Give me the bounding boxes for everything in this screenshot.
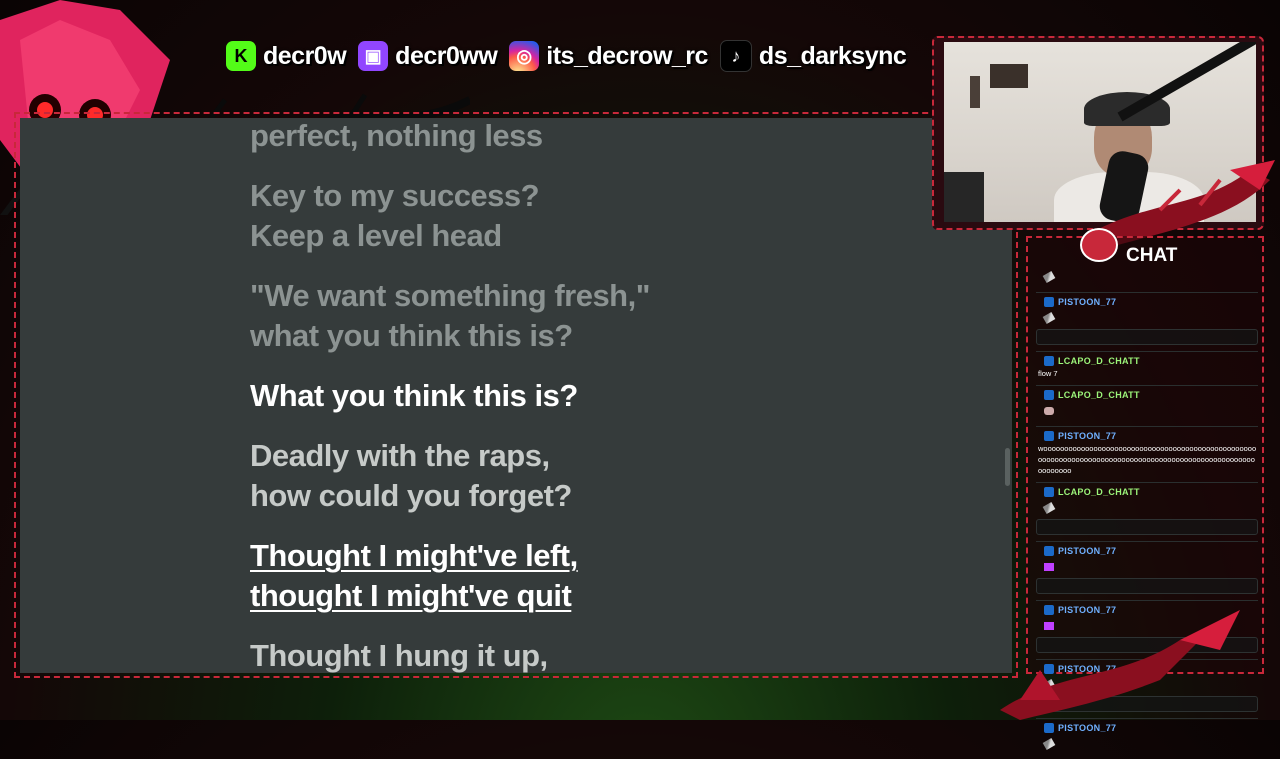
instagram-handle: its_decrow_rc bbox=[546, 41, 708, 70]
lyric-block-hovered[interactable]: Thought I might've left, thought I might… bbox=[250, 536, 578, 616]
chat-username[interactable]: LCAPO_D_CHATT bbox=[1058, 356, 1140, 366]
tiktok-icon: ♪ bbox=[719, 40, 752, 72]
lyrics-panel[interactable]: perfect, nothing less Key to my success?… bbox=[20, 118, 1012, 673]
sword-emote-icon bbox=[1042, 312, 1056, 324]
tiktok-handle: ds_darksync bbox=[758, 41, 907, 70]
kick-icon: K bbox=[226, 41, 256, 71]
chat-username[interactable]: PISTOON_77 bbox=[1058, 431, 1116, 441]
user-badge-icon bbox=[1044, 356, 1054, 366]
lyric-block[interactable]: Deadly with the raps, how could you forg… bbox=[250, 436, 572, 516]
claw-decoration bbox=[1000, 610, 1240, 720]
social-item-twitch[interactable]: ▣ decr0ww bbox=[358, 41, 498, 71]
chat-username[interactable]: LCAPO_D_CHATT bbox=[1058, 390, 1140, 400]
chat-username[interactable]: PISTOON_77 bbox=[1058, 723, 1116, 733]
lyric-block[interactable]: Key to my success? Keep a level head bbox=[250, 176, 540, 256]
chat-message: PISTOON_77 bbox=[1036, 719, 1258, 759]
user-badge-icon bbox=[1044, 723, 1054, 733]
sword-emote-icon bbox=[1042, 502, 1056, 514]
social-item-tiktok[interactable]: ♪ ds_darksync bbox=[719, 40, 907, 72]
chat-message: PISTOON_77 bbox=[1036, 293, 1258, 352]
purple-emote-icon bbox=[1044, 563, 1054, 571]
message-box bbox=[1036, 519, 1258, 535]
lyric-line: what you think this is? bbox=[250, 318, 573, 353]
kick-handle: decr0w bbox=[263, 41, 347, 70]
wall-picture bbox=[990, 64, 1028, 88]
sword-emote-icon bbox=[1042, 271, 1056, 283]
lyric-block[interactable]: perfect, nothing less bbox=[250, 118, 543, 156]
lyric-line: thought I might've quit bbox=[250, 578, 572, 613]
chat-message bbox=[1036, 266, 1258, 293]
chat-username[interactable]: PISTOON_77 bbox=[1058, 546, 1116, 556]
chat-text: flow 7 bbox=[1038, 369, 1058, 378]
chat-username[interactable]: LCAPO_D_CHATT bbox=[1058, 487, 1140, 497]
chat-message: LCAPO_D_CHATT bbox=[1036, 386, 1258, 427]
user-badge-icon bbox=[1044, 546, 1054, 556]
chat-username[interactable]: PISTOON_77 bbox=[1058, 297, 1116, 307]
face-emote-icon bbox=[1044, 407, 1054, 415]
chat-message: LCAPO_D_CHATT bbox=[1036, 483, 1258, 542]
message-box bbox=[1036, 578, 1258, 594]
chat-message: PISTOON_77 bbox=[1036, 542, 1258, 601]
user-badge-icon bbox=[1044, 431, 1054, 441]
message-box bbox=[1036, 329, 1258, 345]
sword-emote-icon bbox=[1042, 738, 1056, 750]
user-badge-icon bbox=[1044, 297, 1054, 307]
lyric-line: perfect, nothing less bbox=[250, 118, 543, 153]
twitch-handle: decr0ww bbox=[395, 41, 498, 70]
social-item-kick[interactable]: K decr0w bbox=[226, 41, 347, 71]
chair bbox=[944, 172, 984, 222]
chat-message: PISTOON_77 woooooooooooooooooooooooooooo… bbox=[1036, 427, 1258, 483]
chat-title: CHAT bbox=[1126, 245, 1178, 266]
chat-message: LCAPO_D_CHATT flow 7 bbox=[1036, 352, 1258, 386]
lyric-block[interactable]: Thought I hung it up, bbox=[250, 636, 548, 673]
wall-item bbox=[970, 76, 980, 108]
lyric-line: Deadly with the raps, bbox=[250, 438, 550, 473]
twitch-icon: ▣ bbox=[358, 41, 389, 71]
social-item-instagram[interactable]: ◎ its_decrow_rc bbox=[509, 41, 708, 71]
lyric-line: Thought I hung it up, bbox=[250, 638, 548, 673]
user-badge-icon bbox=[1044, 390, 1054, 400]
lyric-line: how could you forget? bbox=[250, 478, 572, 513]
instagram-icon: ◎ bbox=[509, 41, 540, 71]
lyric-line: Thought I might've left, bbox=[250, 538, 578, 573]
scrollbar-thumb[interactable] bbox=[1005, 448, 1010, 486]
lyric-block-active[interactable]: What you think this is? bbox=[250, 376, 578, 416]
social-links-bar: K decr0w ▣ decr0ww ◎ its_decrow_rc ♪ ds_… bbox=[226, 36, 910, 76]
lyric-line: Key to my success? bbox=[250, 178, 540, 213]
user-badge-icon bbox=[1044, 487, 1054, 497]
mic-arm bbox=[1117, 42, 1256, 122]
lyric-line: What you think this is? bbox=[250, 378, 578, 413]
lyric-line: "We want something fresh," bbox=[250, 278, 650, 313]
lyric-line: Keep a level head bbox=[250, 218, 502, 253]
chat-text: wooooooooooooooooooooooooooooooooooooooo… bbox=[1038, 444, 1257, 475]
chat-mascot-icon bbox=[1080, 228, 1118, 262]
lyric-block[interactable]: "We want something fresh," what you thin… bbox=[250, 276, 650, 356]
